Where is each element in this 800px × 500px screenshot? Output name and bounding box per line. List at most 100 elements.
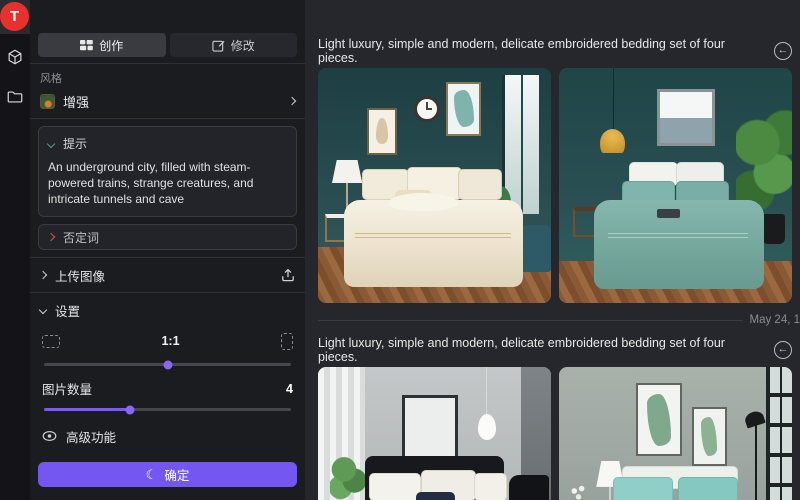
image-count-control: 图片数量 4 — [42, 379, 293, 398]
pendant-cord — [613, 68, 615, 131]
chevron-down-icon — [47, 139, 55, 147]
result-prompt-text: Light luxury, simple and modern, delicat… — [318, 37, 762, 65]
wall-art — [402, 395, 458, 458]
crescent-moon-icon: ☾ — [146, 468, 158, 481]
prompt-label: 提示 — [63, 135, 87, 152]
chevron-right-icon — [288, 97, 296, 105]
chevron-right-icon — [39, 271, 47, 279]
duvet-seam — [355, 233, 511, 238]
tab-create[interactable]: 创作 — [38, 33, 166, 57]
plant — [330, 447, 365, 500]
upload-icon[interactable] — [281, 268, 295, 282]
bed-duvet — [344, 200, 523, 287]
pillow — [613, 477, 674, 500]
divider — [30, 118, 305, 119]
generated-image-1[interactable] — [318, 68, 551, 303]
armchair — [521, 225, 551, 272]
tab-modify-label: 修改 — [231, 37, 255, 54]
chair — [509, 475, 549, 500]
wall-art-leaf — [692, 407, 727, 466]
generation-panel: 创作 修改 风格 增强 提示 An underground city, — [30, 0, 305, 500]
result-prompt-text: Light luxury, simple and modern, delicat… — [318, 336, 762, 364]
image-grid — [318, 68, 792, 303]
plant-pot — [762, 214, 785, 245]
reuse-prompt-icon[interactable]: ← — [774, 341, 792, 359]
app-logo[interactable]: T — [0, 2, 29, 31]
gold-pendant-lamp — [600, 129, 626, 153]
wall-clock — [414, 96, 440, 122]
generated-image-4[interactable] — [559, 367, 792, 500]
pillow — [458, 169, 502, 200]
divider — [30, 292, 305, 293]
aspect-ratio-slider[interactable] — [44, 363, 291, 366]
style-selector[interactable]: 增强 — [40, 92, 295, 110]
bedroom-window — [766, 367, 792, 500]
tab-modify[interactable]: 修改 — [170, 33, 298, 57]
model-cube-icon[interactable] — [6, 48, 24, 66]
confirm-button-label: 确定 — [164, 465, 189, 484]
mode-tabs: 创作 修改 — [38, 33, 297, 57]
reuse-prompt-icon[interactable]: ← — [774, 42, 792, 60]
result-prompt-row: Light luxury, simple and modern, delicat… — [318, 341, 792, 359]
lamp-stem — [609, 487, 611, 500]
divider — [30, 257, 305, 258]
landscape-ratio-icon[interactable] — [42, 335, 60, 348]
aspect-ratio-control: 1:1 — [42, 329, 293, 353]
floor-lamp-head — [744, 409, 766, 428]
chevron-right-icon — [47, 233, 55, 241]
pendant-lamp — [478, 414, 497, 440]
wall-art-feather — [367, 108, 397, 155]
generated-image-2[interactable] — [559, 68, 792, 303]
pillow — [678, 477, 739, 500]
tab-create-label: 创作 — [99, 37, 123, 54]
generated-image-3[interactable] — [318, 367, 551, 500]
eye-icon — [42, 430, 57, 442]
style-value: 增强 — [63, 92, 281, 111]
edit-icon — [212, 39, 225, 52]
grid-icon — [80, 40, 93, 51]
pillow — [369, 473, 420, 500]
app-window: T 创作 — [0, 0, 800, 500]
wall-art — [657, 89, 715, 145]
result-prompt-row: Light luxury, simple and modern, delicat… — [318, 42, 792, 60]
confirm-generate-button[interactable]: ☾ 确定 — [38, 462, 297, 487]
result-group-1: Light luxury, simple and modern, delicat… — [318, 42, 792, 328]
style-thumbnail — [40, 94, 55, 109]
aspect-ratio-slider-handle[interactable] — [163, 360, 172, 369]
style-section-label: 风格 — [40, 70, 297, 86]
prompt-header: 提示 — [48, 135, 287, 152]
nav-rail: T — [0, 0, 30, 500]
image-grid — [318, 367, 792, 500]
advanced-features-row[interactable]: 高级功能 — [42, 427, 293, 445]
image-count-slider[interactable] — [44, 408, 291, 411]
image-count-slider-handle[interactable] — [126, 405, 135, 414]
pendant-cord — [486, 367, 488, 416]
table-lamp — [332, 160, 362, 184]
chevron-down-icon — [39, 306, 47, 314]
result-group-2: Light luxury, simple and modern, delicat… — [318, 341, 792, 500]
negative-prompt-toggle[interactable]: 否定词 — [38, 224, 297, 250]
date-separator: May 24, 1 — [318, 312, 800, 328]
floor-lamp-pole — [755, 421, 757, 500]
book-on-bed — [657, 209, 680, 218]
pillow — [474, 473, 507, 500]
image-count-value: 4 — [286, 382, 293, 396]
throw-blanket — [388, 193, 458, 212]
accent-pillow — [416, 492, 456, 500]
wall-art-leaf — [636, 383, 683, 456]
settings-row[interactable]: 设置 — [38, 299, 297, 321]
folder-icon[interactable] — [6, 88, 24, 106]
divider — [30, 63, 305, 64]
upload-image-row[interactable]: 上传图像 — [38, 264, 297, 286]
generation-date: May 24, 1 — [750, 314, 800, 326]
duvet-seam — [608, 233, 748, 238]
prompt-editor[interactable]: 提示 An underground city, filled with stea… — [38, 126, 297, 217]
results-gallery: Light luxury, simple and modern, delicat… — [305, 0, 800, 500]
upload-image-label: 上传图像 — [55, 266, 272, 285]
settings-label: 设置 — [55, 301, 295, 320]
aspect-ratio-value: 1:1 — [60, 334, 281, 348]
separator-line — [318, 320, 743, 321]
prompt-text[interactable]: An underground city, filled with steam-p… — [48, 159, 287, 207]
negative-prompt-label: 否定词 — [63, 229, 99, 246]
portrait-ratio-icon[interactable] — [281, 333, 293, 350]
